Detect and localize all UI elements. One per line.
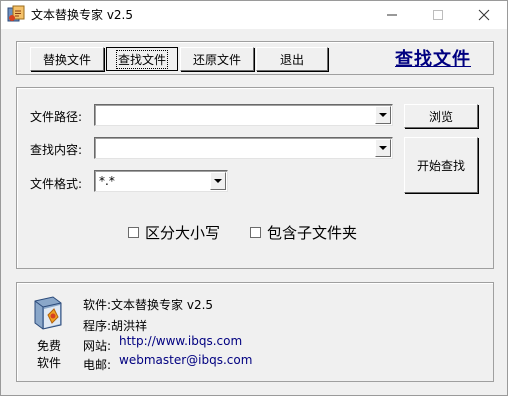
free-label-line1: 免费 bbox=[36, 339, 61, 353]
software-name: 软件:文本替换专家 v2.5 bbox=[83, 298, 214, 312]
case-checkbox-label: 区分大小写 bbox=[145, 223, 221, 242]
find-file-label: 查找文件 bbox=[115, 49, 169, 69]
website-link[interactable]: http://www.ibqs.com bbox=[119, 334, 242, 348]
author-name: 程序:胡洪祥 bbox=[83, 319, 148, 333]
dropdown-arrow-icon bbox=[379, 145, 387, 150]
dropdown-arrow-icon bbox=[214, 178, 222, 183]
free-label-line2: 软件 bbox=[36, 356, 61, 370]
dropdown-arrow-icon bbox=[379, 112, 387, 117]
title-bar[interactable]: 文本替换专家 v2.5 bbox=[1, 1, 507, 29]
maximize-button[interactable] bbox=[415, 1, 461, 29]
subfolder-checkbox-box[interactable] bbox=[250, 226, 261, 238]
path-combobox[interactable] bbox=[94, 104, 393, 126]
app-window: 文本替换专家 v2.5 替换文件 查找文件 还原文件 退出 查找文件 文件路径:… bbox=[0, 0, 508, 396]
minimize-icon bbox=[387, 14, 397, 16]
path-label: 文件路径: bbox=[30, 110, 83, 124]
subfolder-checkbox-label: 包含子文件夹 bbox=[267, 223, 358, 242]
format-value: *.* bbox=[99, 174, 115, 188]
replace-file-label: 替换文件 bbox=[42, 52, 91, 67]
find-file-button[interactable]: 查找文件 bbox=[106, 47, 178, 71]
replace-file-button[interactable]: 替换文件 bbox=[30, 47, 104, 71]
exit-button[interactable]: 退出 bbox=[256, 47, 328, 71]
start-search-button[interactable]: 开始查找 bbox=[404, 137, 478, 193]
software-package-icon bbox=[34, 296, 62, 330]
window-title: 文本替换专家 v2.5 bbox=[31, 8, 134, 22]
content-dropdown-button[interactable] bbox=[375, 139, 391, 157]
format-dropdown-button[interactable] bbox=[210, 172, 226, 190]
exit-label: 退出 bbox=[279, 52, 304, 67]
email-link[interactable]: webmaster@ibqs.com bbox=[119, 353, 252, 367]
close-icon bbox=[478, 9, 490, 21]
minimize-button[interactable] bbox=[369, 1, 415, 29]
maximize-icon bbox=[433, 10, 443, 20]
browse-button[interactable]: 浏览 bbox=[404, 104, 478, 128]
restore-file-label: 还原文件 bbox=[192, 52, 241, 67]
include-subfolders-checkbox[interactable]: 包含子文件夹 bbox=[250, 223, 358, 242]
format-combobox[interactable]: *.* bbox=[94, 170, 228, 192]
format-label: 文件格式: bbox=[30, 177, 83, 191]
close-button[interactable] bbox=[461, 1, 507, 29]
content-label: 查找内容: bbox=[30, 143, 83, 157]
free-software-label: 免费 软件 bbox=[35, 338, 63, 372]
email-label: 电邮: bbox=[83, 358, 112, 372]
content-combobox[interactable] bbox=[94, 137, 393, 159]
case-checkbox-box[interactable] bbox=[128, 226, 139, 238]
mode-title: 查找文件 bbox=[395, 49, 471, 70]
path-dropdown-button[interactable] bbox=[375, 106, 391, 124]
restore-file-button[interactable]: 还原文件 bbox=[180, 47, 254, 71]
website-label: 网站: bbox=[83, 339, 112, 353]
app-icon bbox=[7, 5, 25, 22]
case-sensitive-checkbox[interactable]: 区分大小写 bbox=[128, 223, 221, 242]
